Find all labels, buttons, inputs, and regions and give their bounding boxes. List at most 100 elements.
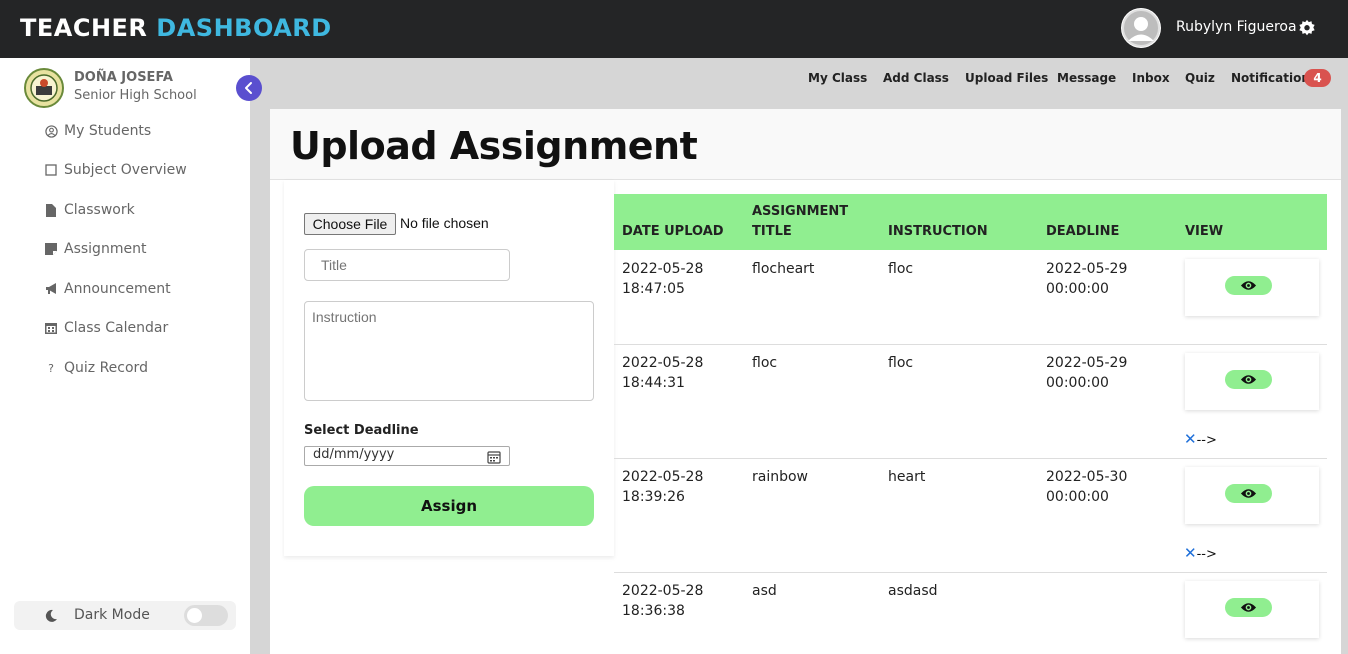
- menu-my-class[interactable]: My Class: [808, 71, 867, 87]
- delete-link[interactable]: ✕-->: [1184, 430, 1217, 448]
- calendar-picker-icon[interactable]: [487, 449, 501, 464]
- row-date: 2022-05-28: [622, 583, 704, 599]
- sidebar-item-quiz-record[interactable]: ? Quiz Record: [44, 358, 148, 378]
- eye-icon: [1240, 603, 1257, 612]
- view-button[interactable]: [1225, 276, 1272, 295]
- row-deadline-date: 2022-05-30: [1046, 469, 1128, 485]
- sidebar-item-announcement[interactable]: Announcement: [44, 279, 171, 299]
- menu-upload-files[interactable]: Upload Files: [965, 71, 1048, 87]
- view-cell: [1185, 259, 1319, 316]
- sidebar-item-label: Announcement: [64, 281, 171, 297]
- choose-file-button[interactable]: Choose File: [304, 213, 396, 235]
- file-icon: [44, 203, 58, 217]
- view-cell: [1185, 467, 1319, 524]
- delete-x-icon: ✕: [1184, 544, 1197, 562]
- school-subtitle: Senior High School: [74, 88, 197, 103]
- user-name[interactable]: Rubylyn Figueroa: [1176, 19, 1297, 35]
- menu-notification[interactable]: Notification: [1231, 71, 1310, 87]
- deadline-date-input[interactable]: dd/mm/yyyy: [304, 446, 510, 466]
- row-deadline-date: 2022-05-29: [1046, 261, 1128, 277]
- menu-quiz[interactable]: Quiz: [1185, 71, 1215, 87]
- row-date: 2022-05-28: [622, 469, 704, 485]
- assign-button[interactable]: Assign: [304, 486, 594, 526]
- row-time: 18:36:38: [622, 603, 685, 619]
- brand-logo[interactable]: TEACHER DASHBOARD: [20, 14, 332, 42]
- sidebar-item-label: Class Calendar: [64, 320, 169, 336]
- notification-badge[interactable]: 4: [1304, 69, 1331, 87]
- header-date-upload: DATE UPLOAD: [622, 224, 724, 239]
- delete-x-icon: ✕: [1184, 430, 1197, 448]
- view-button[interactable]: [1225, 370, 1272, 389]
- brand-part2: DASHBOARD: [156, 14, 332, 42]
- row-title: floc: [752, 355, 778, 371]
- moon-icon: [44, 608, 58, 622]
- header-assignment: ASSIGNMENT: [752, 204, 849, 219]
- row-instruction: floc: [888, 355, 914, 371]
- school-logo-icon: [24, 68, 64, 108]
- sticky-note-icon: [44, 242, 58, 256]
- eye-icon: [1240, 375, 1257, 384]
- brand-part1: TEACHER: [20, 14, 148, 42]
- row-title: rainbow: [752, 469, 808, 485]
- toggle-knob: [187, 608, 202, 623]
- view-button[interactable]: [1225, 598, 1272, 617]
- header-view: VIEW: [1185, 224, 1224, 239]
- eye-icon: [1240, 489, 1257, 498]
- sidebar-item-label: My Students: [64, 123, 152, 139]
- header-title: TITLE: [752, 224, 792, 239]
- row-date: 2022-05-28: [622, 261, 704, 277]
- delete-arrow-text: -->: [1196, 433, 1217, 448]
- sidebar-item-class-calendar[interactable]: Class Calendar: [44, 318, 168, 338]
- view-button[interactable]: [1225, 484, 1272, 503]
- user-avatar-icon[interactable]: [1121, 8, 1161, 48]
- sidebar-item-classwork[interactable]: Classwork: [44, 200, 135, 220]
- assignments-table-header: DATE UPLOAD ASSIGNMENT TITLE INSTRUCTION…: [614, 194, 1327, 250]
- sidebar-item-label: Subject Overview: [64, 162, 187, 178]
- sidebar-item-my-students[interactable]: My Students: [44, 121, 151, 141]
- deadline-label: Select Deadline: [304, 423, 419, 438]
- row-deadline-date: 2022-05-29: [1046, 355, 1128, 371]
- top-bar: TEACHER DASHBOARD Rubylyn Figueroa: [0, 0, 1348, 58]
- no-file-text: No file chosen: [400, 215, 489, 231]
- row-divider: [614, 344, 1327, 345]
- page-title: Upload Assignment: [290, 124, 698, 168]
- sidebar-collapse-button[interactable]: [236, 75, 262, 101]
- sidebar-item-assignment[interactable]: Assignment: [44, 239, 146, 259]
- row-date: 2022-05-28: [622, 355, 704, 371]
- sidebar-item-label: Quiz Record: [64, 360, 148, 376]
- card-header: Upload Assignment: [270, 109, 1341, 180]
- sidebar-item-subject-overview[interactable]: Subject Overview: [44, 160, 187, 180]
- dark-mode-label: Dark Mode: [74, 607, 150, 623]
- dark-mode-row: Dark Mode: [14, 601, 236, 630]
- menu-inbox[interactable]: Inbox: [1132, 71, 1170, 87]
- row-deadline-time: 00:00:00: [1046, 489, 1109, 505]
- view-cell: [1185, 353, 1319, 410]
- header-deadline: DEADLINE: [1046, 224, 1120, 239]
- school-name: DOÑA JOSEFA: [74, 70, 173, 85]
- calendar-icon: [44, 321, 58, 335]
- instruction-input[interactable]: [304, 301, 594, 401]
- sidebar: DOÑA JOSEFA Senior High School My Studen…: [0, 58, 250, 654]
- user-circle-icon: [44, 124, 58, 138]
- menu-message[interactable]: Message: [1057, 71, 1116, 87]
- chevron-left-icon: [245, 82, 252, 94]
- row-divider: [614, 458, 1327, 459]
- menu-add-class[interactable]: Add Class: [883, 71, 949, 87]
- row-instruction: heart: [888, 469, 926, 485]
- square-icon: [44, 163, 58, 177]
- sidebar-item-label: Classwork: [64, 202, 135, 218]
- delete-link[interactable]: ✕-->: [1184, 544, 1217, 562]
- row-deadline-time: 00:00:00: [1046, 281, 1109, 297]
- gear-icon[interactable]: [1298, 19, 1316, 37]
- dark-mode-toggle[interactable]: [184, 605, 228, 626]
- row-divider: [614, 572, 1327, 573]
- row-time: 18:47:05: [622, 281, 685, 297]
- delete-arrow-text: -->: [1196, 547, 1217, 562]
- row-deadline-time: 00:00:00: [1046, 375, 1109, 391]
- sidebar-item-label: Assignment: [64, 241, 147, 257]
- row-title: asd: [752, 583, 777, 599]
- row-instruction: floc: [888, 261, 914, 277]
- question-icon: ?: [48, 361, 54, 375]
- title-input[interactable]: [304, 249, 510, 281]
- megaphone-icon: [44, 282, 58, 296]
